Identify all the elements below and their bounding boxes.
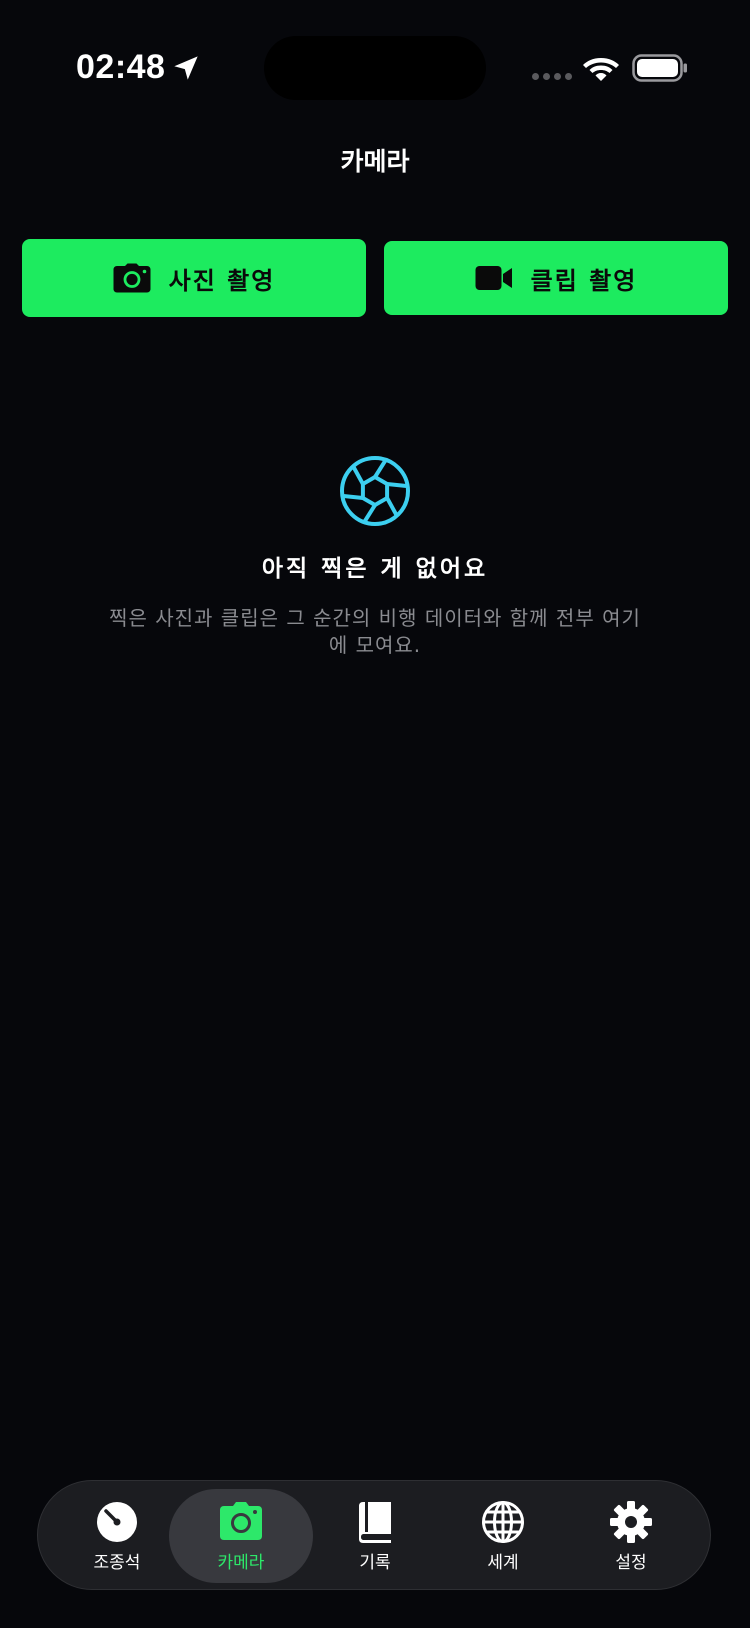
tab-label: 세계 [487,1552,519,1573]
battery-icon [632,54,687,82]
camera-icon [113,263,151,293]
gauge-icon [97,1501,137,1542]
record-clip-button[interactable]: 클립 촬영 [384,241,728,315]
take-photo-button[interactable]: 사진 촬영 [22,239,366,317]
page-title: 카메라 [340,147,410,176]
tab-settings[interactable]: 설정 [559,1489,703,1583]
location-arrow-icon [174,56,198,80]
status-bar: 02:48 [0,0,750,120]
camera-icon [220,1501,262,1540]
signal-dots-icon [532,73,572,80]
tab-cockpit[interactable]: 조종석 [45,1489,189,1583]
tab-records[interactable]: 기록 [303,1489,447,1583]
gear-icon [610,1500,652,1543]
tab-camera[interactable]: 카메라 [169,1489,313,1583]
book-icon [359,1501,391,1543]
aperture-icon [340,456,410,526]
tab-label: 설정 [615,1552,647,1573]
tab-label: 조종석 [93,1552,141,1573]
wifi-icon [583,58,619,81]
video-camera-icon [475,266,512,290]
dynamic-island [264,36,486,100]
tab-label: 기록 [359,1552,391,1573]
empty-state-title: 아직 찍은 게 없어요 [261,556,489,582]
tab-bar: 조종석 카메라 기록 세계 설정 [37,1480,711,1590]
status-time: 02:48 [76,48,166,86]
empty-state-description: 찍은 사진과 클립은 그 순간의 비행 데이터와 함께 전부 여기에 모여요. [109,606,641,657]
take-photo-label: 사진 촬영 [168,266,276,295]
tab-label: 카메라 [217,1552,265,1573]
tab-world[interactable]: 세계 [431,1489,575,1583]
empty-state: 아직 찍은 게 없어요 찍은 사진과 클립은 그 순간의 비행 데이터와 함께 … [0,455,750,659]
globe-icon [482,1500,524,1543]
record-clip-label: 클립 촬영 [530,266,638,295]
